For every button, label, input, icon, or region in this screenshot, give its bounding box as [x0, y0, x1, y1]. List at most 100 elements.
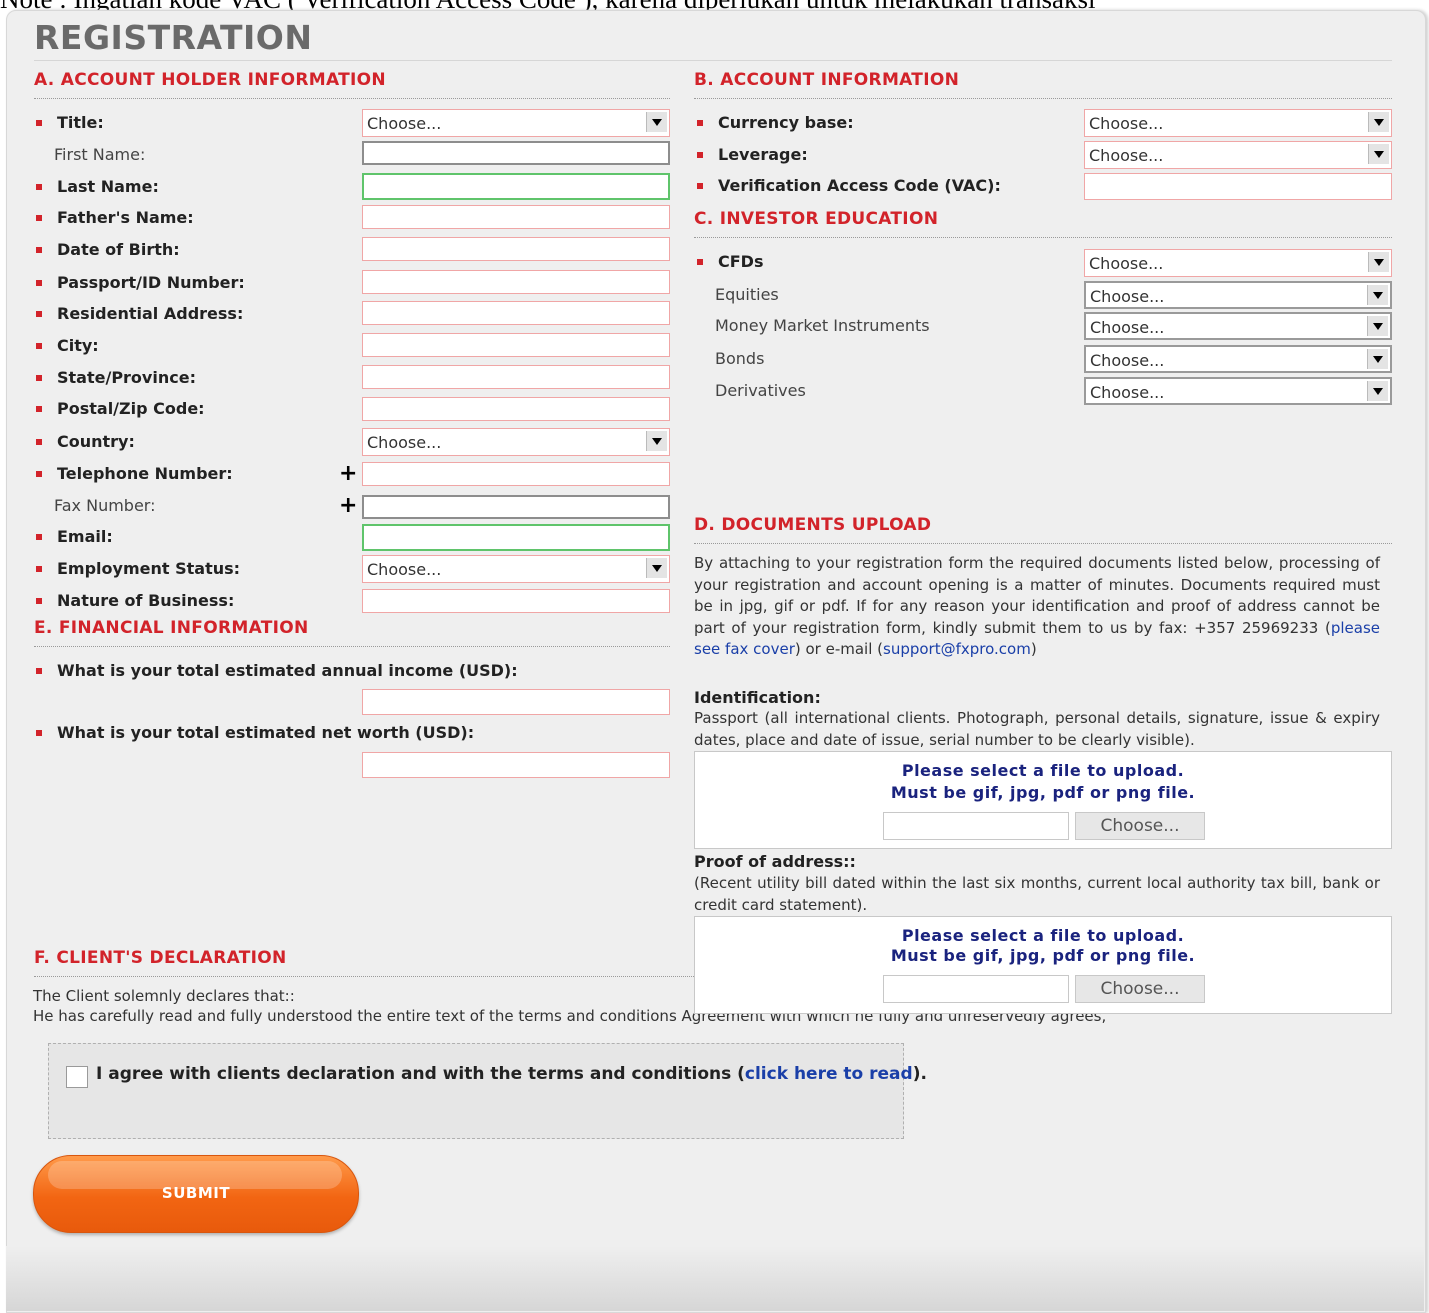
required-marker: [36, 247, 42, 253]
dob-input[interactable]: [362, 237, 670, 261]
income-input[interactable]: [362, 689, 670, 715]
email-input[interactable]: [362, 524, 670, 551]
plus-icon: +: [339, 461, 358, 486]
equities-select[interactable]: Choose...: [1084, 281, 1392, 309]
required-marker: [36, 343, 42, 349]
declaration-line1: The Client solemnly declares that::: [33, 987, 295, 1005]
income-label: What is your total estimated annual inco…: [57, 661, 518, 680]
agree-label: I agree with clients declaration and wit…: [96, 1064, 927, 1084]
required-marker: [697, 120, 703, 126]
required-marker: [36, 215, 42, 221]
documents-intro-end: ): [1030, 640, 1037, 658]
section-c-heading: C. INVESTOR EDUCATION: [694, 209, 939, 229]
networth-input[interactable]: [362, 752, 670, 778]
section-d-divider: [694, 543, 1392, 544]
section-c-divider: [694, 237, 1392, 238]
submit-button[interactable]: SUBMIT: [33, 1155, 359, 1233]
country-label: Country:: [57, 432, 135, 451]
cfds-select[interactable]: Choose...: [1084, 249, 1392, 277]
dob-label: Date of Birth:: [57, 240, 180, 259]
fathers-name-input[interactable]: [362, 205, 670, 229]
leverage-select[interactable]: Choose...: [1084, 141, 1392, 169]
required-marker: [36, 668, 42, 674]
identification-file-field[interactable]: [883, 812, 1069, 840]
fathers-name-label: Father's Name:: [57, 208, 194, 227]
state-input[interactable]: [362, 365, 670, 389]
currency-select[interactable]: Choose...: [1084, 109, 1392, 137]
required-marker: [697, 152, 703, 158]
passport-input[interactable]: [362, 270, 670, 294]
city-label: City:: [57, 336, 99, 355]
bonds-label: Bonds: [715, 349, 765, 368]
proof-text: (Recent utility bill dated within the la…: [694, 874, 1380, 914]
derivatives-select[interactable]: Choose...: [1084, 377, 1392, 405]
upload-message: Please select a file to upload.: [901, 926, 1185, 945]
terms-link[interactable]: click here to read: [745, 1064, 913, 1084]
employment-select[interactable]: Choose...: [362, 555, 670, 583]
business-input[interactable]: [362, 589, 670, 613]
footer-gradient: [6, 1246, 1424, 1311]
telephone-input[interactable]: [362, 462, 670, 486]
chevron-down-icon: [1367, 285, 1388, 305]
documents-intro-middle: ) or e-mail (: [794, 640, 883, 658]
required-marker: [36, 471, 42, 477]
section-e-divider: [34, 646, 670, 647]
required-marker: [36, 534, 42, 540]
section-b-divider: [694, 98, 1392, 99]
country-select[interactable]: Choose...: [362, 428, 670, 456]
address-label: Residential Address:: [57, 304, 244, 323]
proof-upload-box: Please select a file to upload. Must be …: [694, 916, 1392, 1014]
country-select-value: Choose...: [367, 433, 442, 452]
business-label: Nature of Business:: [57, 591, 235, 610]
employment-label: Employment Status:: [57, 559, 241, 578]
upload-message: Please select a file to upload.: [901, 761, 1185, 780]
bonds-select[interactable]: Choose...: [1084, 345, 1392, 373]
networth-label: What is your total estimated net worth (…: [57, 723, 475, 742]
agree-checkbox[interactable]: [66, 1066, 88, 1088]
submit-label: SUBMIT: [161, 1184, 231, 1202]
upload-format-message: Must be gif, jpg, pdf or png file.: [890, 946, 1196, 965]
documents-intro: By attaching to your registration form t…: [694, 553, 1380, 661]
agree-text: I agree with clients declaration and wit…: [96, 1064, 745, 1084]
money-market-select[interactable]: Choose...: [1084, 312, 1392, 340]
title-divider: [34, 60, 1392, 61]
identification-title: Identification:: [694, 688, 821, 707]
title-select[interactable]: Choose...: [362, 109, 670, 137]
derivatives-select-value: Choose...: [1090, 383, 1165, 402]
first-name-input[interactable]: [362, 141, 670, 165]
chevron-down-icon: [646, 431, 667, 451]
agreement-box: [48, 1043, 904, 1139]
fax-input[interactable]: [362, 495, 670, 519]
chevron-down-icon: [646, 558, 667, 578]
required-marker: [36, 566, 42, 572]
currency-label: Currency base:: [718, 113, 854, 132]
postal-input[interactable]: [362, 397, 670, 421]
first-name-label: First Name:: [54, 145, 146, 164]
cfds-select-value: Choose...: [1089, 254, 1164, 273]
identification-text: Passport (all international clients. Pho…: [694, 709, 1380, 749]
cfds-label: CFDs: [718, 252, 764, 271]
postal-label: Postal/Zip Code:: [57, 399, 205, 418]
section-e-heading: E. FINANCIAL INFORMATION: [34, 618, 309, 638]
proof-file-field[interactable]: [883, 975, 1069, 1003]
support-email-link[interactable]: support@fxpro.com: [883, 640, 1031, 658]
vac-input[interactable]: [1084, 173, 1392, 200]
title-label: Title:: [57, 113, 104, 132]
employment-select-value: Choose...: [367, 560, 442, 579]
identification-choose-button[interactable]: Choose...: [1075, 812, 1205, 840]
section-f-heading: F. CLIENT'S DECLARATION: [34, 948, 287, 968]
title-select-value: Choose...: [367, 114, 442, 133]
required-marker: [36, 375, 42, 381]
address-input[interactable]: [362, 301, 670, 325]
required-marker: [697, 183, 703, 189]
leverage-select-value: Choose...: [1089, 146, 1164, 165]
chevron-down-icon: [1367, 349, 1388, 369]
last-name-input[interactable]: [362, 173, 670, 200]
city-input[interactable]: [362, 333, 670, 357]
chevron-down-icon: [646, 112, 667, 132]
section-a-heading: A. ACCOUNT HOLDER INFORMATION: [34, 70, 386, 90]
proof-choose-button[interactable]: Choose...: [1075, 975, 1205, 1003]
required-marker: [36, 406, 42, 412]
bonds-select-value: Choose...: [1090, 351, 1165, 370]
proof-title: Proof of address::: [694, 852, 856, 871]
